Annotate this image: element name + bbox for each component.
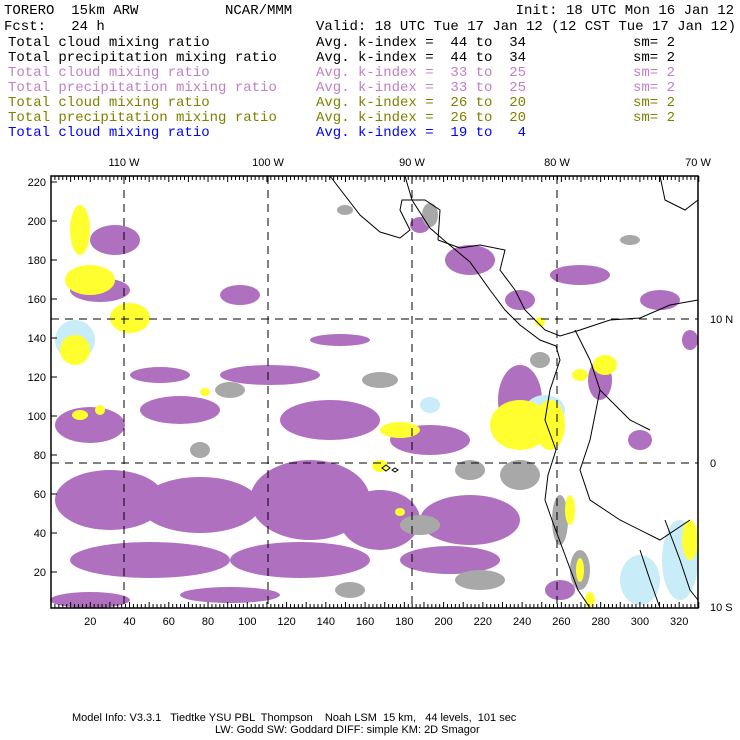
x-tick-label: 220 <box>474 616 492 628</box>
purple-cloud-area <box>628 430 652 450</box>
grey-cloud-area <box>190 442 210 458</box>
purple-cloud-area <box>70 542 230 578</box>
latitude-label: 0 <box>710 458 716 470</box>
latitude-label: 10 N <box>710 314 733 326</box>
longitude-label: 70 W <box>685 157 711 169</box>
purple-cloud-area <box>140 477 260 533</box>
x-tick-label: 140 <box>317 616 335 628</box>
latitude-label: 10 S <box>710 602 733 614</box>
x-tick-label: 300 <box>631 616 649 628</box>
purple-cloud-area <box>445 245 495 275</box>
lightblue-cloud-area <box>420 397 440 413</box>
grey-cloud-area <box>620 235 640 245</box>
x-tick-label: 20 <box>84 616 96 628</box>
purple-cloud-area <box>230 542 370 578</box>
grey-cloud-area <box>455 570 505 590</box>
purple-cloud-area <box>310 334 370 346</box>
purple-cloud-area <box>400 546 500 574</box>
purple-cloud-area <box>220 285 260 305</box>
grey-cloud-area <box>552 495 568 545</box>
yellow-cloud-area <box>65 265 115 295</box>
y-tick-label: 100 <box>28 411 46 423</box>
model-info-line1: Model Info: V3.3.1 Tiedtke YSU PBL Thomp… <box>72 712 517 724</box>
longitude-label: 80 W <box>544 157 570 169</box>
x-tick-label: 180 <box>395 616 413 628</box>
yellow-cloud-area <box>95 405 105 415</box>
y-tick-label: 80 <box>34 450 46 462</box>
longitude-label: 100 W <box>252 157 284 169</box>
purple-cloud-area <box>640 290 680 310</box>
purple-cloud-area <box>545 580 575 600</box>
grey-cloud-area <box>215 382 245 398</box>
purple-cloud-area <box>90 225 140 255</box>
yellow-cloud-area <box>110 303 150 333</box>
yellow-cloud-area <box>535 400 565 450</box>
y-tick-label: 40 <box>34 528 46 540</box>
yellow-cloud-area <box>72 410 88 420</box>
yellow-cloud-area <box>70 205 90 255</box>
yellow-cloud-area <box>200 388 210 396</box>
yellow-cloud-area <box>682 520 698 560</box>
y-tick-label: 200 <box>28 216 46 228</box>
x-tick-label: 320 <box>670 616 688 628</box>
x-tick-label: 80 <box>202 616 214 628</box>
y-tick-label: 180 <box>28 255 46 267</box>
y-tick-label: 160 <box>28 294 46 306</box>
purple-cloud-area <box>550 265 610 285</box>
purple-cloud-area <box>280 400 380 440</box>
x-tick-label: 280 <box>591 616 609 628</box>
yellow-cloud-area <box>60 335 90 365</box>
purple-cloud-area <box>682 330 698 350</box>
purple-cloud-area <box>130 367 190 383</box>
purple-cloud-area <box>220 365 320 385</box>
y-tick-label: 140 <box>28 333 46 345</box>
grey-cloud-area <box>500 460 540 490</box>
yellow-cloud-area <box>572 369 588 381</box>
yellow-cloud-area <box>576 558 584 582</box>
grey-cloud-area <box>530 352 550 368</box>
yellow-cloud-area <box>395 508 405 516</box>
yellow-cloud-area <box>380 422 420 438</box>
x-tick-label: 40 <box>123 616 135 628</box>
model-info-line2: LW: Godd SW: Goddard DIFF: simple KM: 2D… <box>215 724 480 736</box>
yellow-cloud-area <box>565 495 575 525</box>
x-tick-label: 240 <box>513 616 531 628</box>
x-tick-label: 160 <box>356 616 374 628</box>
x-tick-label: 100 <box>238 616 256 628</box>
x-tick-label: 120 <box>277 616 295 628</box>
purple-cloud-area <box>140 396 220 424</box>
x-tick-label: 60 <box>163 616 175 628</box>
longitude-label: 90 W <box>399 157 425 169</box>
grey-cloud-area <box>335 582 365 598</box>
grey-cloud-area <box>337 205 353 215</box>
cloud-fields <box>50 203 698 608</box>
y-tick-label: 220 <box>28 177 46 189</box>
grey-cloud-area <box>362 372 398 388</box>
purple-cloud-area <box>180 587 280 603</box>
x-tick-label: 200 <box>434 616 452 628</box>
grey-cloud-area <box>400 515 440 535</box>
yellow-cloud-area <box>593 355 617 375</box>
y-tick-label: 20 <box>34 567 46 579</box>
map-plot: 20 40 60 80 100 120 140 160 180 200 220 240 260 280 30… <box>28 157 734 628</box>
y-tick-label: 60 <box>34 489 46 501</box>
purple-cloud-area <box>55 407 125 443</box>
x-tick-label: 260 <box>552 616 570 628</box>
longitude-label: 110 W <box>109 157 141 169</box>
y-tick-label: 120 <box>28 372 46 384</box>
yellow-cloud-area <box>585 592 595 608</box>
lightblue-cloud-area <box>620 555 660 605</box>
